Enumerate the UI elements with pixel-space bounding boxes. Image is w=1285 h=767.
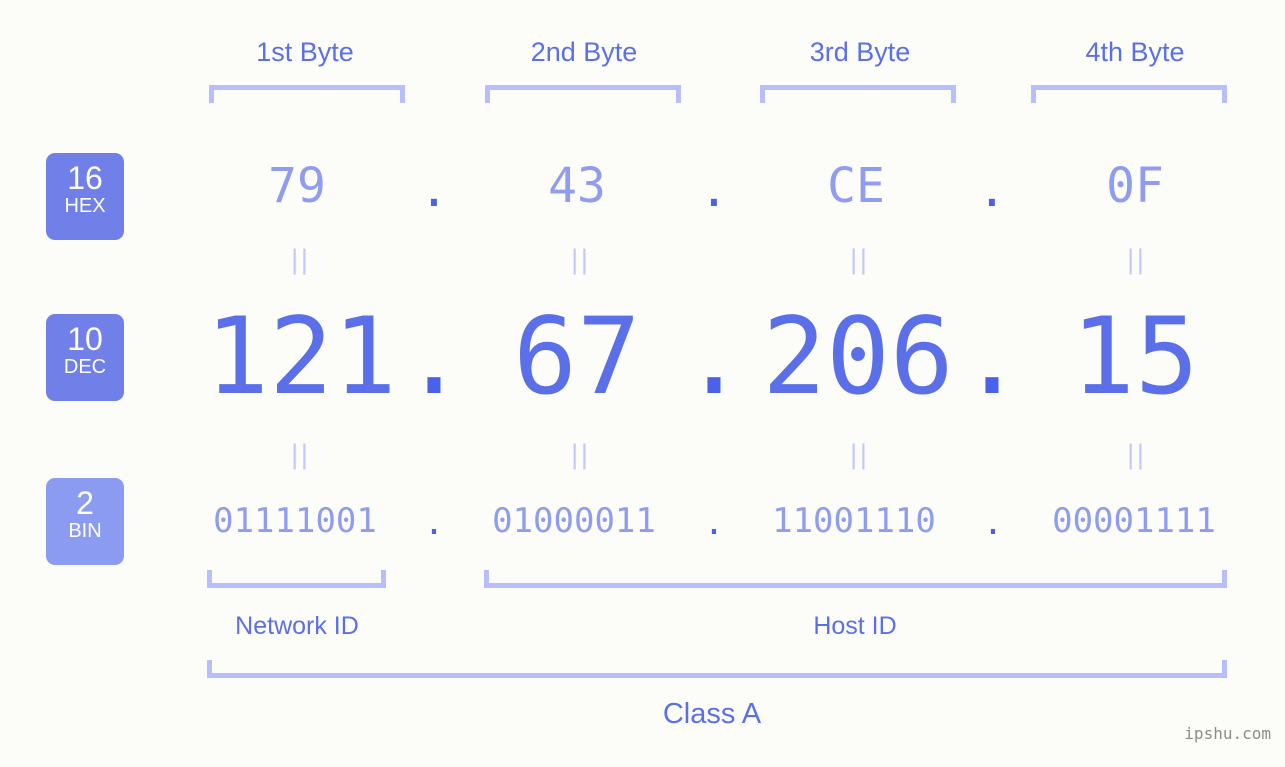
byte-bracket-1 [209, 85, 405, 103]
base-badge-bin-number: 2 [76, 485, 94, 521]
host-id-bracket [484, 570, 1227, 588]
hex-octet-1: 79 [268, 158, 326, 214]
class-label: Class A [662, 698, 762, 730]
equals-hex-dec-1: || [290, 245, 310, 275]
hex-octet-3: CE [827, 158, 885, 214]
bin-octet-3: 11001110 [772, 501, 936, 541]
base-badge-bin: 2 BIN [46, 478, 124, 565]
byte-bracket-2 [485, 85, 681, 103]
base-badge-dec: 10 DEC [46, 314, 124, 401]
equals-dec-bin-4: || [1126, 440, 1146, 470]
equals-hex-dec-2: || [570, 245, 590, 275]
equals-hex-dec-4: || [1126, 245, 1146, 275]
hex-separator-2: . [699, 162, 729, 218]
hex-octet-4: 0F [1106, 158, 1164, 214]
bin-octet-4: 00001111 [1052, 501, 1216, 541]
hex-separator-1: . [419, 162, 449, 218]
hex-octet-2: 43 [548, 158, 606, 214]
dec-octet-2: 67 [513, 295, 641, 418]
base-badge-hex-number: 16 [67, 160, 103, 196]
byte-header-3: 3rd Byte [809, 37, 911, 67]
equals-dec-bin-1: || [290, 440, 310, 470]
bin-separator-3: . [982, 503, 1004, 543]
equals-dec-bin-2: || [570, 440, 590, 470]
host-id-label: Host ID [813, 612, 897, 640]
base-badge-dec-number: 10 [67, 321, 103, 357]
bin-separator-1: . [423, 503, 445, 543]
ip-address-diagram: 1st Byte 2nd Byte 3rd Byte 4th Byte 16 H… [0, 0, 1285, 767]
hex-separator-3: . [977, 162, 1007, 218]
byte-bracket-4 [1031, 85, 1227, 103]
bin-octet-2: 01000011 [492, 501, 656, 541]
base-badge-hex: 16 HEX [46, 153, 124, 240]
byte-bracket-3 [760, 85, 956, 103]
watermark: ipshu.com [1184, 724, 1271, 743]
dec-octet-1: 121 [205, 295, 397, 418]
network-id-bracket [207, 570, 386, 588]
class-bracket [207, 660, 1227, 678]
byte-header-4: 4th Byte [1085, 37, 1185, 67]
bin-separator-2: . [703, 503, 725, 543]
base-badge-dec-name: DEC [63, 356, 107, 378]
base-badge-bin-name: BIN [68, 520, 102, 542]
dec-octet-3: 206 [762, 295, 954, 418]
bin-octet-1: 01111001 [213, 501, 377, 541]
base-badge-hex-name: HEX [64, 195, 106, 217]
network-id-label: Network ID [235, 612, 359, 640]
byte-header-1: 1st Byte [256, 37, 354, 67]
equals-hex-dec-3: || [849, 245, 869, 275]
equals-dec-bin-3: || [849, 440, 869, 470]
byte-header-2: 2nd Byte [530, 37, 638, 67]
dec-octet-4: 15 [1071, 295, 1199, 418]
